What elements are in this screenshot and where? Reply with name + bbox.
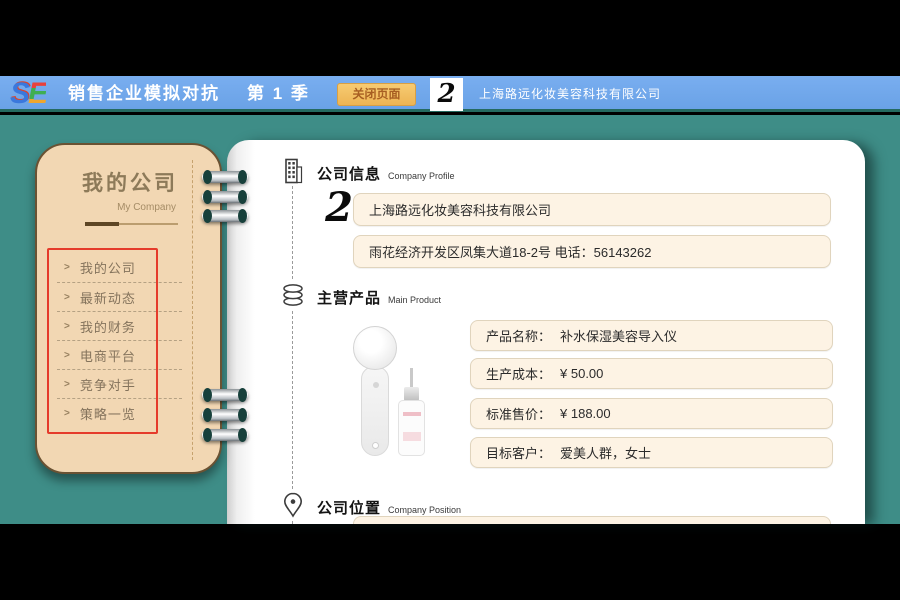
sidebar-item-label: 我的公司 xyxy=(80,258,136,277)
product-name-field[interactable]: 产品名称： 补水保湿美容导入仪 xyxy=(470,320,833,351)
company-profile-header: 公司信息 Company Profile xyxy=(317,163,455,184)
production-cost-label: 生产成本： xyxy=(486,364,551,383)
top-header-bar: SE 销售企业模拟对抗 第 1 季 关闭页面 2 上海路远化妆美容科技有限公司 xyxy=(0,76,900,112)
sidebar-item-my-company[interactable]: > 我的公司 xyxy=(57,253,182,282)
chevron-right-icon: > xyxy=(64,350,71,361)
app-title: 销售企业模拟对抗 xyxy=(68,76,220,112)
sidebar-item-competitors[interactable]: > 竞争对手 xyxy=(57,369,182,398)
serum-bottle-body xyxy=(398,400,425,456)
sidebar-dashed-edge xyxy=(192,160,193,460)
main-product-title: 主营产品 xyxy=(317,290,381,307)
sidebar-item-label: 最新动态 xyxy=(80,288,136,307)
season-indicator: 第 1 季 xyxy=(247,76,310,112)
se-app-logo: SE xyxy=(10,76,46,112)
building-icon xyxy=(277,156,309,186)
sidebar-menu: > 我的公司 > 最新动态 > 我的财务 > 电商平台 > 竞争对手 > 策略一… xyxy=(57,253,182,427)
chevron-right-icon: > xyxy=(64,262,71,273)
production-cost-value: ¥ 50.00 xyxy=(560,366,603,381)
standard-price-value: ¥ 188.00 xyxy=(560,406,611,421)
sidebar-item-label: 我的财务 xyxy=(80,317,136,336)
sidebar-divider-line xyxy=(119,223,178,225)
app-window: SE 销售企业模拟对抗 第 1 季 关闭页面 2 上海路远化妆美容科技有限公司 xyxy=(0,0,900,600)
main-product-header: 主营产品 Main Product xyxy=(317,287,441,308)
company-position-field[interactable] xyxy=(353,516,831,524)
target-customer-value: 爱美人群，女士 xyxy=(560,443,651,462)
company-position-title: 公司位置 xyxy=(317,500,381,517)
company-position-subtitle: Company Position xyxy=(388,505,461,515)
binder-ring xyxy=(202,171,248,183)
product-name-label: 产品名称： xyxy=(486,326,551,345)
sidebar-item-my-finance[interactable]: > 我的财务 xyxy=(57,311,182,340)
company-profile-subtitle: Company Profile xyxy=(388,171,455,181)
section-timeline-line xyxy=(292,186,293,524)
sidebar-item-latest-news[interactable]: > 最新动态 xyxy=(57,282,182,311)
notebook-page: 公司信息 Company Profile 2 上海路远化妆美容科技有限公司 雨花经… xyxy=(227,140,865,524)
binder-ring xyxy=(202,429,248,441)
beauty-device-head xyxy=(353,326,397,370)
close-page-button[interactable]: 关闭页面 xyxy=(337,83,416,106)
binder-ring xyxy=(202,409,248,421)
serum-bottle-label-2 xyxy=(403,432,421,441)
chevron-right-icon: > xyxy=(64,379,71,390)
company-address-field[interactable]: 雨花经济开发区凤集大道18-2号 电话：56143262 xyxy=(353,235,831,268)
beauty-device-hole xyxy=(372,442,379,449)
sidebar-item-label: 电商平台 xyxy=(80,346,136,365)
beauty-device-button xyxy=(373,382,379,388)
standard-price-label: 标准售价： xyxy=(486,404,551,423)
sidebar-item-label: 策略一览 xyxy=(80,404,136,423)
product-image xyxy=(300,316,460,474)
serum-bottle-cap xyxy=(404,387,419,401)
location-pin-icon xyxy=(277,490,309,520)
company-position-header: 公司位置 Company Position xyxy=(317,497,461,518)
company-profile-title: 公司信息 xyxy=(317,166,381,183)
chevron-right-icon: > xyxy=(64,408,71,419)
company-address-value: 雨花经济开发区凤集大道18-2号 电话：56143262 xyxy=(369,242,651,261)
company-name-value: 上海路远化妆美容科技有限公司 xyxy=(369,200,551,219)
main-product-subtitle: Main Product xyxy=(388,295,441,305)
chevron-right-icon: > xyxy=(64,321,71,332)
se-logo-letter-e: E xyxy=(28,77,46,110)
sidebar: 我的公司 My Company > 我的公司 > 最新动态 > 我的财务 > 电… xyxy=(35,143,222,474)
product-stack-icon xyxy=(277,280,309,310)
sidebar-item-strategy-overview[interactable]: > 策略一览 xyxy=(57,398,182,427)
company-logo-mark: 2 xyxy=(430,78,463,111)
binder-ring xyxy=(202,191,248,203)
chevron-right-icon: > xyxy=(64,292,71,303)
binder-ring xyxy=(202,210,248,222)
target-customer-label: 目标客户： xyxy=(486,443,551,462)
serum-bottle-label xyxy=(403,412,421,416)
sidebar-item-label: 竞争对手 xyxy=(80,375,136,394)
company-logo-mark-small: 2 xyxy=(322,186,356,230)
binder-ring xyxy=(202,389,248,401)
standard-price-field[interactable]: 标准售价： ¥ 188.00 xyxy=(470,398,833,429)
production-cost-field[interactable]: 生产成本： ¥ 50.00 xyxy=(470,358,833,389)
product-name-value: 补水保湿美容导入仪 xyxy=(560,326,677,345)
target-customer-field[interactable]: 目标客户： 爱美人群，女士 xyxy=(470,437,833,468)
se-logo-letter-s: S xyxy=(10,77,28,110)
header-company-name: 上海路远化妆美容科技有限公司 xyxy=(479,76,661,112)
company-logo: 2 xyxy=(430,78,463,111)
sidebar-divider-accent xyxy=(85,222,119,226)
company-name-field[interactable]: 上海路远化妆美容科技有限公司 xyxy=(353,193,831,226)
sidebar-item-ecommerce-platform[interactable]: > 电商平台 xyxy=(57,340,182,369)
sidebar-divider xyxy=(85,222,178,226)
